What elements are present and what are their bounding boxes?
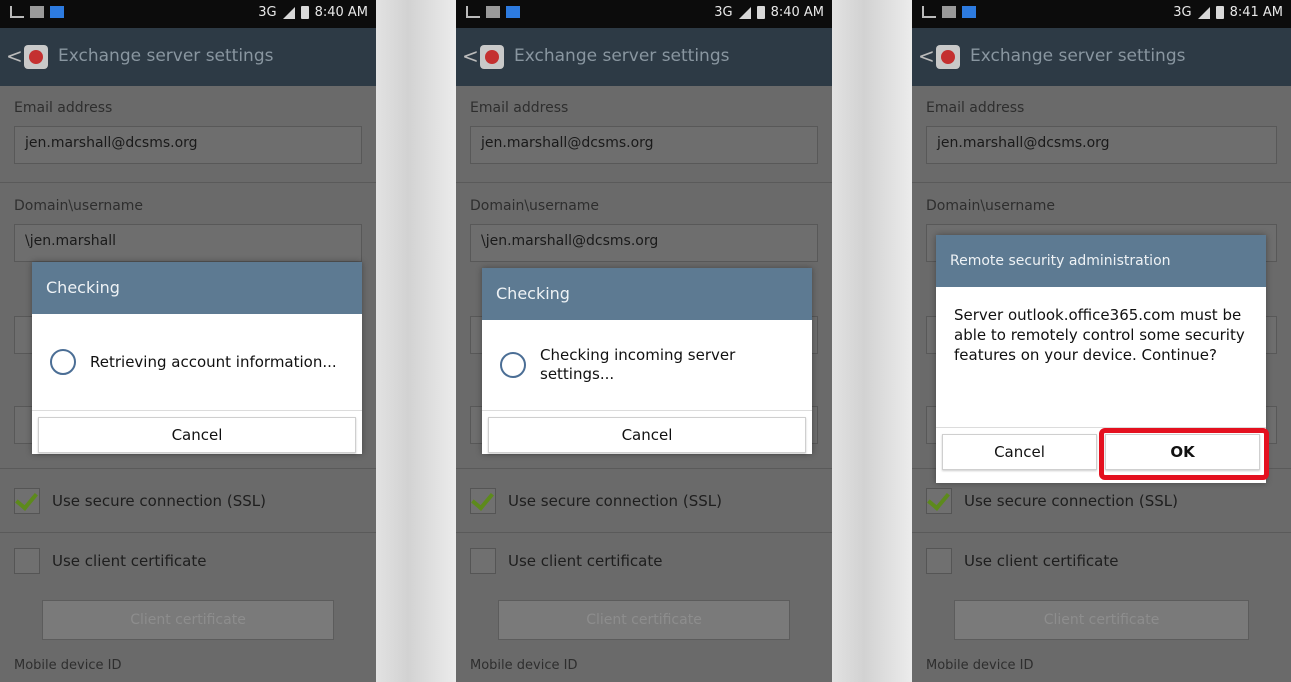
divider	[0, 182, 376, 183]
domain-username-field[interactable]: \jen.marshall@dcsms.org	[470, 224, 818, 262]
email-label: Email address	[470, 100, 569, 116]
dialog-title: Checking	[32, 262, 362, 314]
mobile-device-id-label: Mobile device ID	[470, 658, 578, 673]
ssl-checkbox[interactable]	[14, 488, 40, 514]
page-title: Exchange server settings	[514, 46, 730, 66]
email-field[interactable]: jen.marshall@dcsms.org	[470, 126, 818, 164]
ssl-checkbox[interactable]	[470, 488, 496, 514]
domain-label: Domain\username	[926, 198, 1056, 214]
dialog-message: Checking incoming server settings...	[540, 346, 736, 383]
status-bar: 3G 8:40 AM	[456, 0, 832, 28]
checking-dialog: Checking Retrieving account information.…	[32, 262, 362, 454]
back-icon[interactable]: <	[6, 44, 23, 68]
client-cert-checkbox[interactable]	[14, 548, 40, 574]
client-cert-row[interactable]: Use client certificate	[14, 548, 206, 574]
checking-dialog: Checking Checking incoming server settin…	[482, 268, 812, 454]
cancel-button[interactable]: Cancel	[488, 417, 806, 453]
loading-spinner-icon	[50, 349, 76, 375]
client-certificate-button[interactable]: Client certificate	[498, 600, 790, 640]
blur-separator	[832, 0, 912, 682]
divider	[456, 468, 832, 469]
client-cert-checkbox[interactable]	[470, 548, 496, 574]
email-label: Email address	[14, 100, 113, 116]
email-field[interactable]: jen.marshall@dcsms.org	[926, 126, 1277, 164]
app-notification-icon	[506, 6, 520, 18]
client-cert-label: Use client certificate	[964, 552, 1119, 570]
ssl-label: Use secure connection (SSL)	[964, 492, 1178, 510]
app-notification-icon	[962, 6, 976, 18]
domain-username-field[interactable]: \jen.marshall	[14, 224, 362, 262]
loading-spinner-icon	[500, 352, 526, 378]
network-type: 3G	[258, 5, 277, 20]
back-icon[interactable]: <	[462, 44, 479, 68]
divider	[0, 532, 376, 533]
email-label: Email address	[926, 100, 1025, 116]
notification-icon	[922, 6, 936, 18]
mobile-device-id-label: Mobile device ID	[926, 658, 1034, 673]
battery-icon	[1215, 6, 1224, 19]
signal-icon	[738, 6, 751, 19]
page-title: Exchange server settings	[970, 46, 1186, 66]
cancel-button[interactable]: Cancel	[942, 434, 1097, 470]
phone-screen-1: 3G 8:40 AM < Exchange server settings Em…	[0, 0, 376, 682]
ssl-label: Use secure connection (SSL)	[508, 492, 722, 510]
battery-icon	[756, 6, 765, 19]
ssl-label: Use secure connection (SSL)	[52, 492, 266, 510]
ssl-checkbox[interactable]	[926, 488, 952, 514]
email-field[interactable]: jen.marshall@dcsms.org	[14, 126, 362, 164]
ok-button-highlight	[1099, 428, 1269, 480]
blur-separator	[376, 0, 456, 682]
client-cert-row[interactable]: Use client certificate	[470, 548, 662, 574]
domain-label: Domain\username	[14, 198, 144, 214]
image-icon	[942, 6, 956, 18]
divider	[0, 468, 376, 469]
client-cert-label: Use client certificate	[508, 552, 663, 570]
signal-icon	[282, 6, 295, 19]
dialog-message: Server outlook.office365.com must be abl…	[954, 306, 1245, 364]
cancel-button[interactable]: Cancel	[38, 417, 356, 453]
status-bar: 3G 8:41 AM	[912, 0, 1291, 28]
email-app-icon	[936, 45, 960, 69]
network-type: 3G	[1173, 5, 1192, 20]
app-bar: < Exchange server settings	[456, 28, 832, 86]
notification-icon	[466, 6, 480, 18]
phone-screen-2: 3G 8:40 AM < Exchange server settings Em…	[456, 0, 832, 682]
app-notification-icon	[50, 6, 64, 18]
clock: 8:41 AM	[1229, 5, 1283, 20]
client-cert-checkbox[interactable]	[926, 548, 952, 574]
dialog-message: Retrieving account information...	[90, 352, 337, 371]
domain-label: Domain\username	[470, 198, 600, 214]
divider	[456, 182, 832, 183]
mobile-device-id-label: Mobile device ID	[14, 658, 122, 673]
client-certificate-button[interactable]: Client certificate	[954, 600, 1249, 640]
client-certificate-button[interactable]: Client certificate	[42, 600, 334, 640]
app-bar: < Exchange server settings	[0, 28, 376, 86]
divider	[456, 532, 832, 533]
ssl-row[interactable]: Use secure connection (SSL)	[926, 488, 1178, 514]
phone-screen-3: 3G 8:41 AM < Exchange server settings Em…	[912, 0, 1291, 682]
image-icon	[30, 6, 44, 18]
divider	[912, 532, 1291, 533]
dialog-title: Remote security administration	[936, 235, 1266, 287]
dialog-title: Checking	[482, 268, 812, 320]
network-type: 3G	[714, 5, 733, 20]
client-cert-row[interactable]: Use client certificate	[926, 548, 1118, 574]
clock: 8:40 AM	[314, 5, 368, 20]
battery-icon	[300, 6, 309, 19]
email-app-icon	[24, 45, 48, 69]
page-title: Exchange server settings	[58, 46, 274, 66]
app-bar: < Exchange server settings	[912, 28, 1291, 86]
client-cert-label: Use client certificate	[52, 552, 207, 570]
clock: 8:40 AM	[770, 5, 824, 20]
signal-icon	[1197, 6, 1210, 19]
back-icon[interactable]: <	[918, 44, 935, 68]
notification-icon	[10, 6, 24, 18]
ssl-row[interactable]: Use secure connection (SSL)	[470, 488, 722, 514]
ssl-row[interactable]: Use secure connection (SSL)	[14, 488, 266, 514]
image-icon	[486, 6, 500, 18]
email-app-icon	[480, 45, 504, 69]
divider	[912, 182, 1291, 183]
status-bar: 3G 8:40 AM	[0, 0, 376, 28]
